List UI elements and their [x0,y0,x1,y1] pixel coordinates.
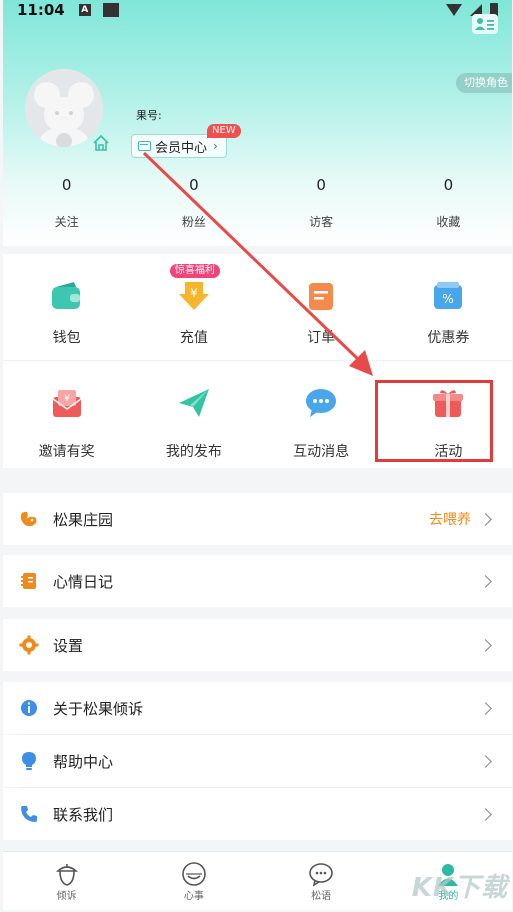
nav-tab-confide[interactable]: 倾诉 [3,852,130,910]
chevron-right-icon [479,754,492,768]
promo-badge: 惊喜福利 [169,264,220,278]
recharge-icon: ¥ [178,282,209,310]
grid-item-orders[interactable]: 订单 [258,254,385,360]
stat-label: 粉丝 [181,215,206,229]
nav-tab-thoughts[interactable]: 心事 [130,852,257,910]
svg-text:¥: ¥ [190,286,198,300]
grid-label: 充值 [179,330,208,346]
switch-role-button[interactable]: 切换角色 [456,73,512,93]
nav-label: 倾诉 [56,891,77,902]
grid-label: 互动消息 [293,444,350,460]
grid-item-invite[interactable]: ¥ 邀请有奖 [3,362,130,469]
grid-label: 优惠券 [427,330,470,346]
grid-label: 钱包 [52,330,81,346]
list-item-help-center[interactable]: 帮助中心 [3,735,512,787]
list-item-label: 设置 [53,636,84,655]
acorn-icon [55,864,78,886]
list-item-settings[interactable]: 设置 [3,619,512,671]
grid-label: 订单 [307,330,336,346]
watermark: KK下载 [411,873,508,903]
chevron-right-icon: › [213,139,218,153]
wifi-icon [446,4,462,16]
stat-label: 关注 [54,215,79,229]
stat-following[interactable]: 0 关注 [3,175,130,230]
member-center-label: 会员中心 [155,140,208,156]
status-time: 11:04 [17,1,65,19]
user-list-icon[interactable] [472,14,498,34]
chevron-right-icon [479,701,492,715]
grid-label: 我的发布 [165,444,222,460]
chevron-right-icon [479,574,492,588]
grid-item-messages[interactable]: 互动消息 [258,362,385,469]
stat-value: 0 [316,176,326,194]
grid-item-wallet[interactable]: 钱包 [3,254,130,360]
list-item-label: 帮助中心 [53,752,114,771]
info-icon [19,698,39,718]
stat-label: 访客 [309,215,334,229]
svg-text:%: % [443,292,454,306]
chat-icon [309,863,333,887]
grid-label: 邀请有奖 [38,444,95,460]
notification-a-icon: A [78,4,91,16]
squirrel-icon [19,509,39,529]
svg-text:¥: ¥ [64,394,70,404]
member-card-icon [138,141,151,151]
order-icon [309,283,334,310]
paper-plane-icon [178,389,209,417]
list-item-label: 心情日记 [53,572,114,591]
stat-value: 0 [189,176,199,194]
app-screen: 11:04 A 切换角色 果号: 会员中心 › NEW 0 关注 0 粉丝 0 … [3,0,512,910]
stat-value: 0 [443,176,454,194]
stat-label: 收藏 [436,215,461,229]
nav-label: 松语 [311,891,332,902]
phone-icon [19,804,39,824]
feed-link[interactable]: 去喂养 [429,509,471,529]
status-bar: 11:04 A [3,0,512,20]
diary-icon [19,571,39,591]
nav-label: 心事 [183,891,204,902]
list-item-label: 松果庄园 [53,510,114,529]
notification-square-icon [102,3,119,17]
grid-item-recharge[interactable]: 惊喜福利 ¥ 充值 [130,254,257,360]
list-item-contact-us[interactable]: 联系我们 [3,788,512,840]
stat-value: 0 [61,176,72,194]
chevron-right-icon [479,638,492,652]
chat-bubble-icon [306,389,337,417]
grid-item-my-posts[interactable]: 我的发布 [130,362,257,469]
guo-id-label: 果号: [136,109,162,122]
list-item-about[interactable]: 关于松果倾诉 [3,682,512,734]
chevron-right-icon [479,512,492,526]
home-icon[interactable] [92,134,110,152]
chevron-right-icon [479,807,492,821]
highlight-box [375,380,493,462]
list-item-mood-diary[interactable]: 心情日记 [3,555,512,607]
grid-item-coupons[interactable]: % 优惠券 [385,254,512,360]
coupon-icon: % [434,282,463,309]
list-item-label: 关于松果倾诉 [53,699,144,718]
lightbulb-icon [19,751,39,771]
list-item-pine-manor[interactable]: 松果庄园 去喂养 [3,493,512,545]
wallet-icon [51,282,80,309]
stats-row: 0 关注 0 粉丝 0 访客 0 收藏 [3,175,512,230]
nav-tab-pine-words[interactable]: 松语 [258,852,385,910]
invite-icon: ¥ [52,390,82,417]
stat-fans[interactable]: 0 粉丝 [130,175,257,230]
new-badge: NEW [207,124,241,138]
gear-icon [19,635,39,655]
list-item-label: 联系我们 [53,805,114,824]
stat-visitors[interactable]: 0 访客 [258,175,385,230]
feature-row-1: 钱包 惊喜福利 ¥ 充值 订单 % 优惠券 [3,254,512,361]
stat-favorites[interactable]: 0 收藏 [385,175,512,230]
face-icon [182,862,206,886]
